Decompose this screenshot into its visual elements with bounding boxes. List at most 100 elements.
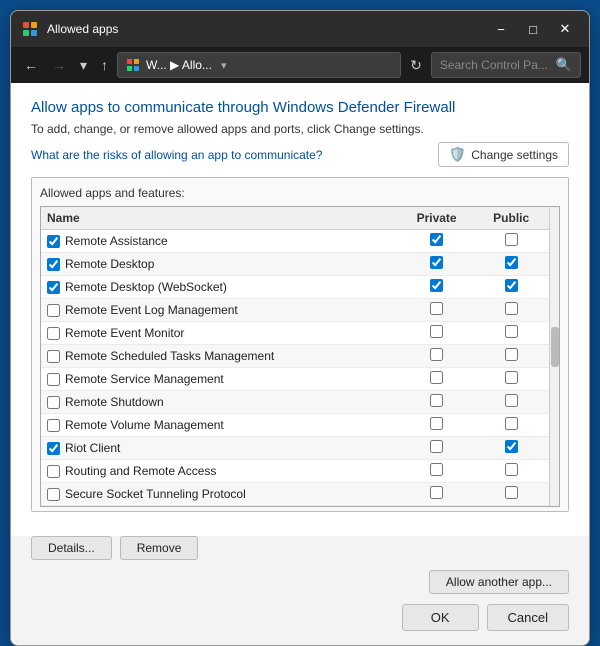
close-button[interactable]: ✕ bbox=[551, 18, 579, 40]
table-row: Secure Socket Tunneling Protocol bbox=[41, 483, 559, 506]
app-checkbox[interactable] bbox=[47, 396, 60, 409]
app-checkbox[interactable] bbox=[47, 327, 60, 340]
main-window: Allowed apps − □ ✕ ← → ▾ ↑ W... ▶ Allo..… bbox=[10, 10, 590, 646]
ok-button[interactable]: OK bbox=[402, 604, 479, 631]
private-checkbox[interactable] bbox=[430, 440, 443, 453]
app-public-cell bbox=[475, 345, 547, 368]
change-settings-button[interactable]: 🛡️ Change settings bbox=[438, 142, 569, 167]
private-checkbox[interactable] bbox=[430, 371, 443, 384]
app-name-label: Routing and Remote Access bbox=[65, 464, 216, 478]
titlebar-controls: − □ ✕ bbox=[487, 18, 579, 40]
private-checkbox[interactable] bbox=[430, 486, 443, 499]
private-checkbox[interactable] bbox=[430, 348, 443, 361]
public-checkbox[interactable] bbox=[505, 233, 518, 246]
app-private-cell bbox=[398, 460, 476, 483]
app-private-cell bbox=[398, 368, 476, 391]
app-name-label: Remote Event Log Management bbox=[65, 303, 238, 317]
table-header: Name Private Public bbox=[41, 207, 559, 230]
app-checkbox[interactable] bbox=[47, 465, 60, 478]
public-checkbox[interactable] bbox=[505, 325, 518, 338]
public-checkbox[interactable] bbox=[505, 302, 518, 315]
private-checkbox[interactable] bbox=[430, 417, 443, 430]
app-private-cell bbox=[398, 322, 476, 345]
table-label: Allowed apps and features: bbox=[40, 186, 560, 200]
app-public-cell bbox=[475, 437, 547, 460]
address-text: W... ▶ Allo... bbox=[146, 58, 212, 72]
app-checkbox[interactable] bbox=[47, 235, 60, 248]
app-name-cell: Remote Assistance bbox=[41, 230, 398, 253]
up-button[interactable]: ↑ bbox=[96, 55, 113, 75]
table-row: Remote Volume Management bbox=[41, 414, 559, 437]
search-icon: 🔍 bbox=[556, 57, 572, 73]
app-checkbox[interactable] bbox=[47, 442, 60, 455]
public-checkbox[interactable] bbox=[505, 256, 518, 269]
public-checkbox[interactable] bbox=[505, 371, 518, 384]
private-checkbox[interactable] bbox=[430, 279, 443, 292]
app-name-label: Remote Scheduled Tasks Management bbox=[65, 349, 274, 363]
remove-button[interactable]: Remove bbox=[120, 536, 199, 560]
app-checkbox[interactable] bbox=[47, 258, 60, 271]
private-checkbox[interactable] bbox=[430, 394, 443, 407]
app-name-cell: Remote Desktop (WebSocket) bbox=[41, 276, 398, 299]
app-private-cell bbox=[398, 483, 476, 506]
private-checkbox[interactable] bbox=[430, 302, 443, 315]
public-checkbox[interactable] bbox=[505, 417, 518, 430]
app-name-cell: Secure Socket Tunneling Protocol bbox=[41, 483, 398, 506]
content-area: Allow apps to communicate through Window… bbox=[11, 83, 589, 536]
app-private-cell bbox=[398, 230, 476, 253]
app-public-cell bbox=[475, 276, 547, 299]
private-checkbox[interactable] bbox=[430, 463, 443, 476]
public-checkbox[interactable] bbox=[505, 440, 518, 453]
allow-another-app-button[interactable]: Allow another app... bbox=[429, 570, 569, 594]
back-button[interactable]: ← bbox=[19, 55, 43, 75]
table-actions: Details... Remove bbox=[31, 536, 569, 560]
table-row: Remote Service Management bbox=[41, 368, 559, 391]
table-container: Allowed apps and features: Name Private … bbox=[31, 177, 569, 512]
col-public: Public bbox=[475, 207, 547, 230]
app-checkbox[interactable] bbox=[47, 419, 60, 432]
table-row: Remote Shutdown bbox=[41, 391, 559, 414]
search-input[interactable] bbox=[440, 58, 550, 72]
private-checkbox[interactable] bbox=[430, 325, 443, 338]
app-name-label: Remote Desktop bbox=[65, 257, 154, 271]
cancel-button[interactable]: Cancel bbox=[487, 604, 569, 631]
table-row: Remote Desktop bbox=[41, 253, 559, 276]
public-checkbox[interactable] bbox=[505, 394, 518, 407]
table-row: Riot Client bbox=[41, 437, 559, 460]
app-public-cell bbox=[475, 368, 547, 391]
app-name-label: Remote Service Management bbox=[65, 372, 224, 386]
maximize-button[interactable]: □ bbox=[519, 18, 547, 40]
app-checkbox[interactable] bbox=[47, 281, 60, 294]
page-description: To add, change, or remove allowed apps a… bbox=[31, 122, 569, 136]
scroll-thumb bbox=[551, 327, 559, 367]
app-checkbox[interactable] bbox=[47, 350, 60, 363]
scrollbar[interactable] bbox=[549, 207, 559, 506]
app-public-cell bbox=[475, 299, 547, 322]
address-bar[interactable]: W... ▶ Allo... ▾ bbox=[117, 52, 401, 78]
public-checkbox[interactable] bbox=[505, 463, 518, 476]
page-title: Allow apps to communicate through Window… bbox=[31, 99, 569, 116]
col-private: Private bbox=[398, 207, 476, 230]
minimize-button[interactable]: − bbox=[487, 18, 515, 40]
private-checkbox[interactable] bbox=[430, 256, 443, 269]
navbar: ← → ▾ ↑ W... ▶ Allo... ▾ ↻ 🔍 bbox=[11, 47, 589, 83]
details-button[interactable]: Details... bbox=[31, 536, 112, 560]
public-checkbox[interactable] bbox=[505, 348, 518, 361]
app-public-cell bbox=[475, 230, 547, 253]
history-button[interactable]: ▾ bbox=[75, 55, 92, 76]
public-checkbox[interactable] bbox=[505, 486, 518, 499]
titlebar-icon bbox=[21, 20, 39, 38]
help-link[interactable]: What are the risks of allowing an app to… bbox=[31, 148, 322, 162]
public-checkbox[interactable] bbox=[505, 279, 518, 292]
app-private-cell bbox=[398, 345, 476, 368]
table-row: Remote Scheduled Tasks Management bbox=[41, 345, 559, 368]
app-checkbox[interactable] bbox=[47, 304, 60, 317]
table-row: Routing and Remote Access bbox=[41, 460, 559, 483]
app-checkbox[interactable] bbox=[47, 488, 60, 501]
address-dropdown-button[interactable]: ▾ bbox=[218, 59, 230, 72]
refresh-button[interactable]: ↻ bbox=[405, 55, 427, 76]
private-checkbox[interactable] bbox=[430, 233, 443, 246]
forward-button[interactable]: → bbox=[47, 55, 71, 75]
bottom-section: Details... Remove Allow another app... O… bbox=[11, 536, 589, 645]
app-checkbox[interactable] bbox=[47, 373, 60, 386]
